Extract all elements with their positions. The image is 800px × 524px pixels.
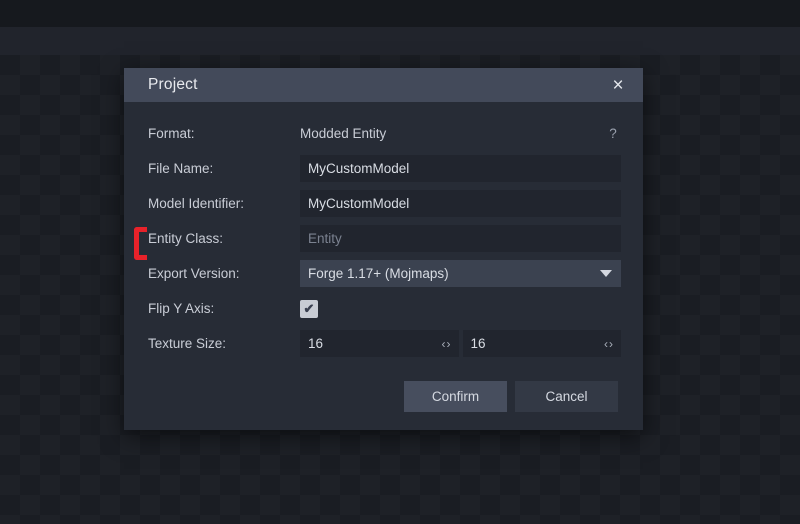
row-texture-size: Texture Size: 16 ‹› 16 ‹› [148,326,621,361]
row-flip-y-axis: Flip Y Axis: ✔ [148,291,621,326]
label-model-identifier: Model Identifier: [148,196,245,211]
texture-width-input[interactable]: 16 ‹› [300,330,459,357]
model-identifier-input[interactable] [300,190,621,217]
field-entity-class [300,225,621,252]
field-file-name [300,155,621,182]
toolbar-strip [0,27,800,55]
texture-width-stepper-icon[interactable]: ‹› [442,337,452,351]
file-name-input[interactable] [300,155,621,182]
texture-height-input[interactable]: 16 ‹› [462,330,621,357]
label-flip-y-axis: Flip Y Axis: [148,301,215,316]
texture-height-value: 16 [470,336,486,351]
chevron-down-icon [600,270,612,277]
help-icon[interactable]: ? [605,126,621,141]
dialog-footer: Confirm Cancel [124,381,643,412]
project-dialog: Project × Format: Modded Entity ? File N… [124,68,643,430]
texture-width-value: 16 [308,336,324,351]
check-icon: ✔ [303,301,315,316]
confirm-button[interactable]: Confirm [404,381,507,412]
row-export-version: Export Version: Forge 1.17+ (Mojmaps) [148,256,621,291]
row-entity-class: Entity Class: [148,221,621,256]
row-model-identifier: Model Identifier: [148,186,621,221]
label-format: Format: [148,126,195,141]
field-export-version: Forge 1.17+ (Mojmaps) [300,260,621,287]
entity-class-input[interactable] [300,225,621,252]
label-texture-size: Texture Size: [148,336,227,351]
dialog-title: Project [148,76,198,93]
texture-size-pair: 16 ‹› 16 ‹› [300,330,621,357]
flip-y-axis-checkbox[interactable]: ✔ [300,299,318,318]
label-file-name: File Name: [148,161,214,176]
format-value: Modded Entity [300,126,387,141]
title-bar-strip [0,0,800,27]
texture-height-stepper-icon[interactable]: ‹› [604,337,614,351]
field-format: Modded Entity ? [300,120,621,147]
row-file-name: File Name: [148,151,621,186]
label-export-version: Export Version: [148,266,240,281]
export-version-value: Forge 1.17+ (Mojmaps) [308,266,449,281]
field-model-identifier [300,190,621,217]
field-flip-y-axis: ✔ [300,295,621,322]
label-entity-class: Entity Class: [148,231,224,246]
cancel-button[interactable]: Cancel [515,381,618,412]
field-texture-size: 16 ‹› 16 ‹› [300,330,621,357]
row-format: Format: Modded Entity ? [148,116,621,151]
dialog-body: Format: Modded Entity ? File Name: Model… [124,102,643,361]
dialog-titlebar: Project × [124,68,643,102]
close-icon[interactable]: × [607,74,629,96]
export-version-select[interactable]: Forge 1.17+ (Mojmaps) [300,260,621,287]
